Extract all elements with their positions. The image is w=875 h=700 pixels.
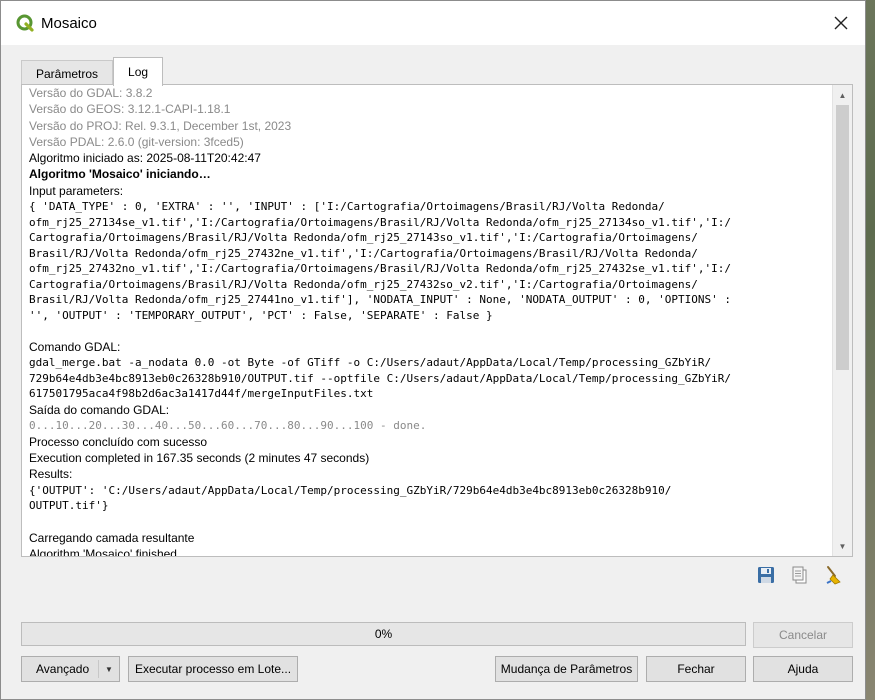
log-line: Versão PDAL: 2.6.0 (git-version: 3fced5) xyxy=(29,134,244,149)
advanced-button-label: Avançado xyxy=(36,662,90,676)
log-line: Processo concluído com sucesso xyxy=(29,434,208,449)
log-line: ofm_rj25_27134se_v1.tif','I:/Cartografia… xyxy=(29,215,731,229)
scroll-up-arrow-icon[interactable]: ▲ xyxy=(833,87,852,103)
log-blank-line xyxy=(29,514,830,530)
log-line: Carregando camada resultante xyxy=(29,530,195,545)
log-line: { 'DATA_TYPE' : 0, 'EXTRA' : '', 'INPUT'… xyxy=(29,200,665,214)
log-line: 0...10...20...30...40...50...60...70...8… xyxy=(29,419,427,433)
tab-bar: Parâmetros Log xyxy=(21,57,164,87)
tab-parametros[interactable]: Parâmetros xyxy=(21,60,114,87)
log-line: Brasil/RJ/Volta Redonda/ofm_rj25_27441no… xyxy=(29,293,731,307)
help-button[interactable]: Ajuda xyxy=(753,656,853,682)
qgis-icon xyxy=(15,13,35,33)
log-line: Cartografia/Ortoimagens/Brasil/RJ/Volta … xyxy=(29,277,698,291)
log-blank-line xyxy=(29,323,830,339)
log-line: 729b64e4db3e4bc8913eb0c26328b910/OUTPUT.… xyxy=(29,371,731,385)
progress-bar: 0% xyxy=(21,622,746,646)
close-button[interactable]: Fechar xyxy=(646,656,746,682)
log-line: Versão do PROJ: Rel. 9.3.1, December 1st… xyxy=(29,118,292,133)
batch-process-button[interactable]: Executar processo em Lote... xyxy=(128,656,298,682)
log-line: {'OUTPUT': 'C:/Users/adaut/AppData/Local… xyxy=(29,483,672,497)
log-line: Algoritmo iniciado as: 2025-08-11T20:42:… xyxy=(29,151,261,166)
log-panel[interactable]: Versão do GDAL: 3.8.2 Versão do GEOS: 3.1… xyxy=(21,84,853,557)
tab-log[interactable]: Log xyxy=(113,57,164,86)
log-line: Algoritmo 'Mosaico' iniciando… xyxy=(29,167,211,182)
window-title: Mosaico xyxy=(41,14,97,32)
log-line: 617501795aca4f98b2d6ac3a1417d44f/mergeIn… xyxy=(29,387,374,401)
log-line: Results: xyxy=(29,467,73,482)
chevron-down-icon[interactable]: ▼ xyxy=(99,657,119,681)
progress-label: 0% xyxy=(374,627,393,641)
mosaico-dialog: Mosaico Parâmetros Log Versão do GDAL: 3… xyxy=(0,0,866,700)
log-line: Cartografia/Ortoimagens/Brasil/RJ/Volta … xyxy=(29,231,698,245)
log-line: gdal_merge.bat -a_nodata 0.0 -ot Byte -o… xyxy=(29,356,712,370)
scroll-down-arrow-icon[interactable]: ▼ xyxy=(833,538,852,554)
log-line: OUTPUT.tif'} xyxy=(29,499,109,513)
log-scrollbar[interactable]: ▲ ▼ xyxy=(832,85,852,556)
log-toolbar xyxy=(755,564,845,586)
copy-icon[interactable] xyxy=(789,564,811,586)
advanced-button[interactable]: Avançado ▼ xyxy=(21,656,120,682)
log-line: '', 'OUTPUT' : 'TEMPORARY_OUTPUT', 'PCT'… xyxy=(29,308,493,322)
log-line: ofm_rj25_27432no_v1.tif','I:/Cartografia… xyxy=(29,262,731,276)
log-line: Comando GDAL: xyxy=(29,340,121,355)
log-line: Algorithm 'Mosaico' finished xyxy=(29,546,177,556)
log-line: Execution completed in 167.35 seconds (2… xyxy=(29,450,370,465)
close-icon[interactable] xyxy=(825,7,857,39)
scrollbar-thumb[interactable] xyxy=(836,105,849,370)
log-line: Saída do comando GDAL: xyxy=(29,402,170,417)
save-icon[interactable] xyxy=(755,564,777,586)
change-parameters-button[interactable]: Mudança de Parâmetros xyxy=(495,656,638,682)
log-line: Input parameters: xyxy=(29,183,124,198)
clear-broom-icon[interactable] xyxy=(823,564,845,586)
log-line: Versão do GEOS: 3.12.1-CAPI-1.18.1 xyxy=(29,102,231,117)
log-line: Brasil/RJ/Volta Redonda/ofm_rj25_27432ne… xyxy=(29,246,698,260)
cancel-button[interactable]: Cancelar xyxy=(753,622,853,648)
log-line: Versão do GDAL: 3.8.2 xyxy=(29,86,153,100)
title-bar: Mosaico xyxy=(1,1,865,45)
log-text-area[interactable]: Versão do GDAL: 3.8.2 Versão do GEOS: 3.1… xyxy=(29,85,830,556)
